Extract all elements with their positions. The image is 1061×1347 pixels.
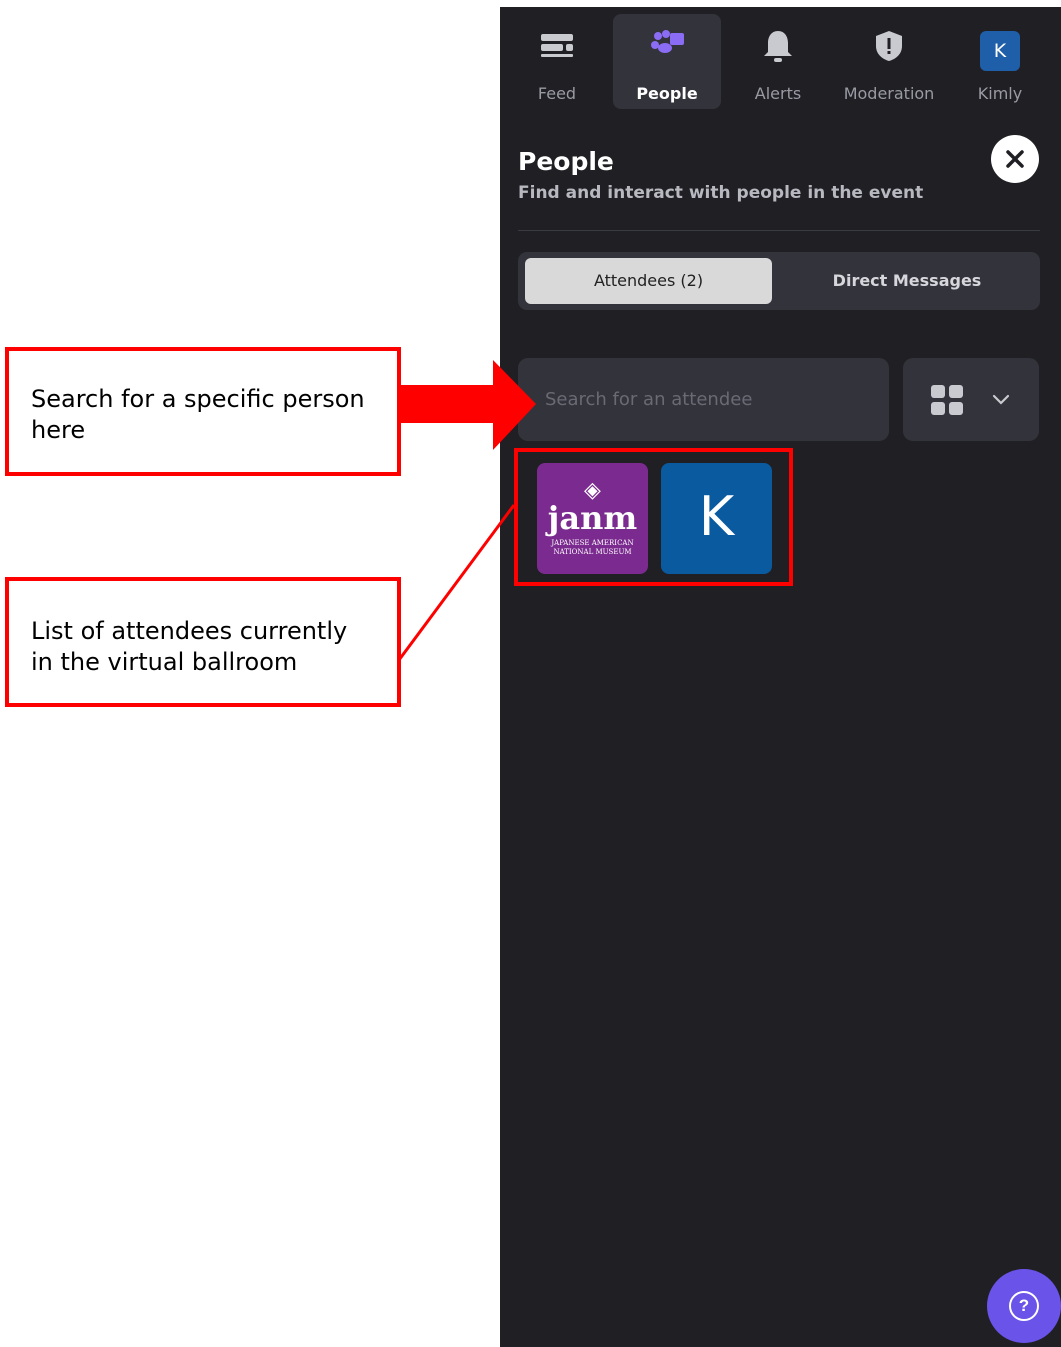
nav-alerts-label: Alerts <box>754 84 802 103</box>
bell-icon <box>764 31 792 62</box>
nav-people-label: People <box>636 84 698 103</box>
attendees-callout-text: List of attendees currently in the virtu… <box>31 617 348 676</box>
chevron-down-icon <box>992 394 1010 405</box>
shield-icon <box>876 31 902 61</box>
tab-direct-messages[interactable]: Direct Messages <box>780 258 1034 304</box>
search-placeholder: Search for an attendee <box>545 389 753 410</box>
page-title: People <box>518 147 614 176</box>
nav-people[interactable]: People <box>613 14 721 109</box>
search-callout: Search for a specific person here <box>5 347 401 476</box>
nav-profile[interactable]: K Kimly <box>946 14 1054 109</box>
attendees-callout: List of attendees currently in the virtu… <box>5 577 401 707</box>
user-avatar: K <box>980 31 1020 71</box>
close-icon <box>1006 150 1024 168</box>
people-icon <box>651 30 684 53</box>
close-button[interactable] <box>991 135 1039 183</box>
help-button[interactable]: ? <box>987 1269 1061 1343</box>
nav-profile-label: Kimly <box>977 84 1023 103</box>
divider <box>518 230 1040 231</box>
people-sidebar: Feed People Alerts Moderation K Kimly Pe… <box>500 7 1061 1347</box>
nav-moderation-label: Moderation <box>843 84 935 103</box>
tab-attendees[interactable]: Attendees (2) <box>525 258 772 304</box>
feed-icon <box>541 34 573 57</box>
nav-feed[interactable]: Feed <box>503 14 611 109</box>
search-callout-text: Search for a specific person here <box>31 385 365 444</box>
tab-bar: Attendees (2) Direct Messages <box>518 252 1040 310</box>
help-icon: ? <box>1009 1291 1039 1321</box>
attendees-pointer-line <box>397 504 516 661</box>
search-input[interactable]: Search for an attendee <box>518 358 889 441</box>
attendee-list-highlight <box>514 448 793 586</box>
nav-feed-label: Feed <box>537 84 577 103</box>
nav-moderation[interactable]: Moderation <box>835 14 943 109</box>
view-mode-dropdown[interactable] <box>903 358 1039 441</box>
nav-alerts[interactable]: Alerts <box>724 14 832 109</box>
grid-icon <box>931 385 963 415</box>
page-subtitle: Find and interact with people in the eve… <box>518 183 924 203</box>
